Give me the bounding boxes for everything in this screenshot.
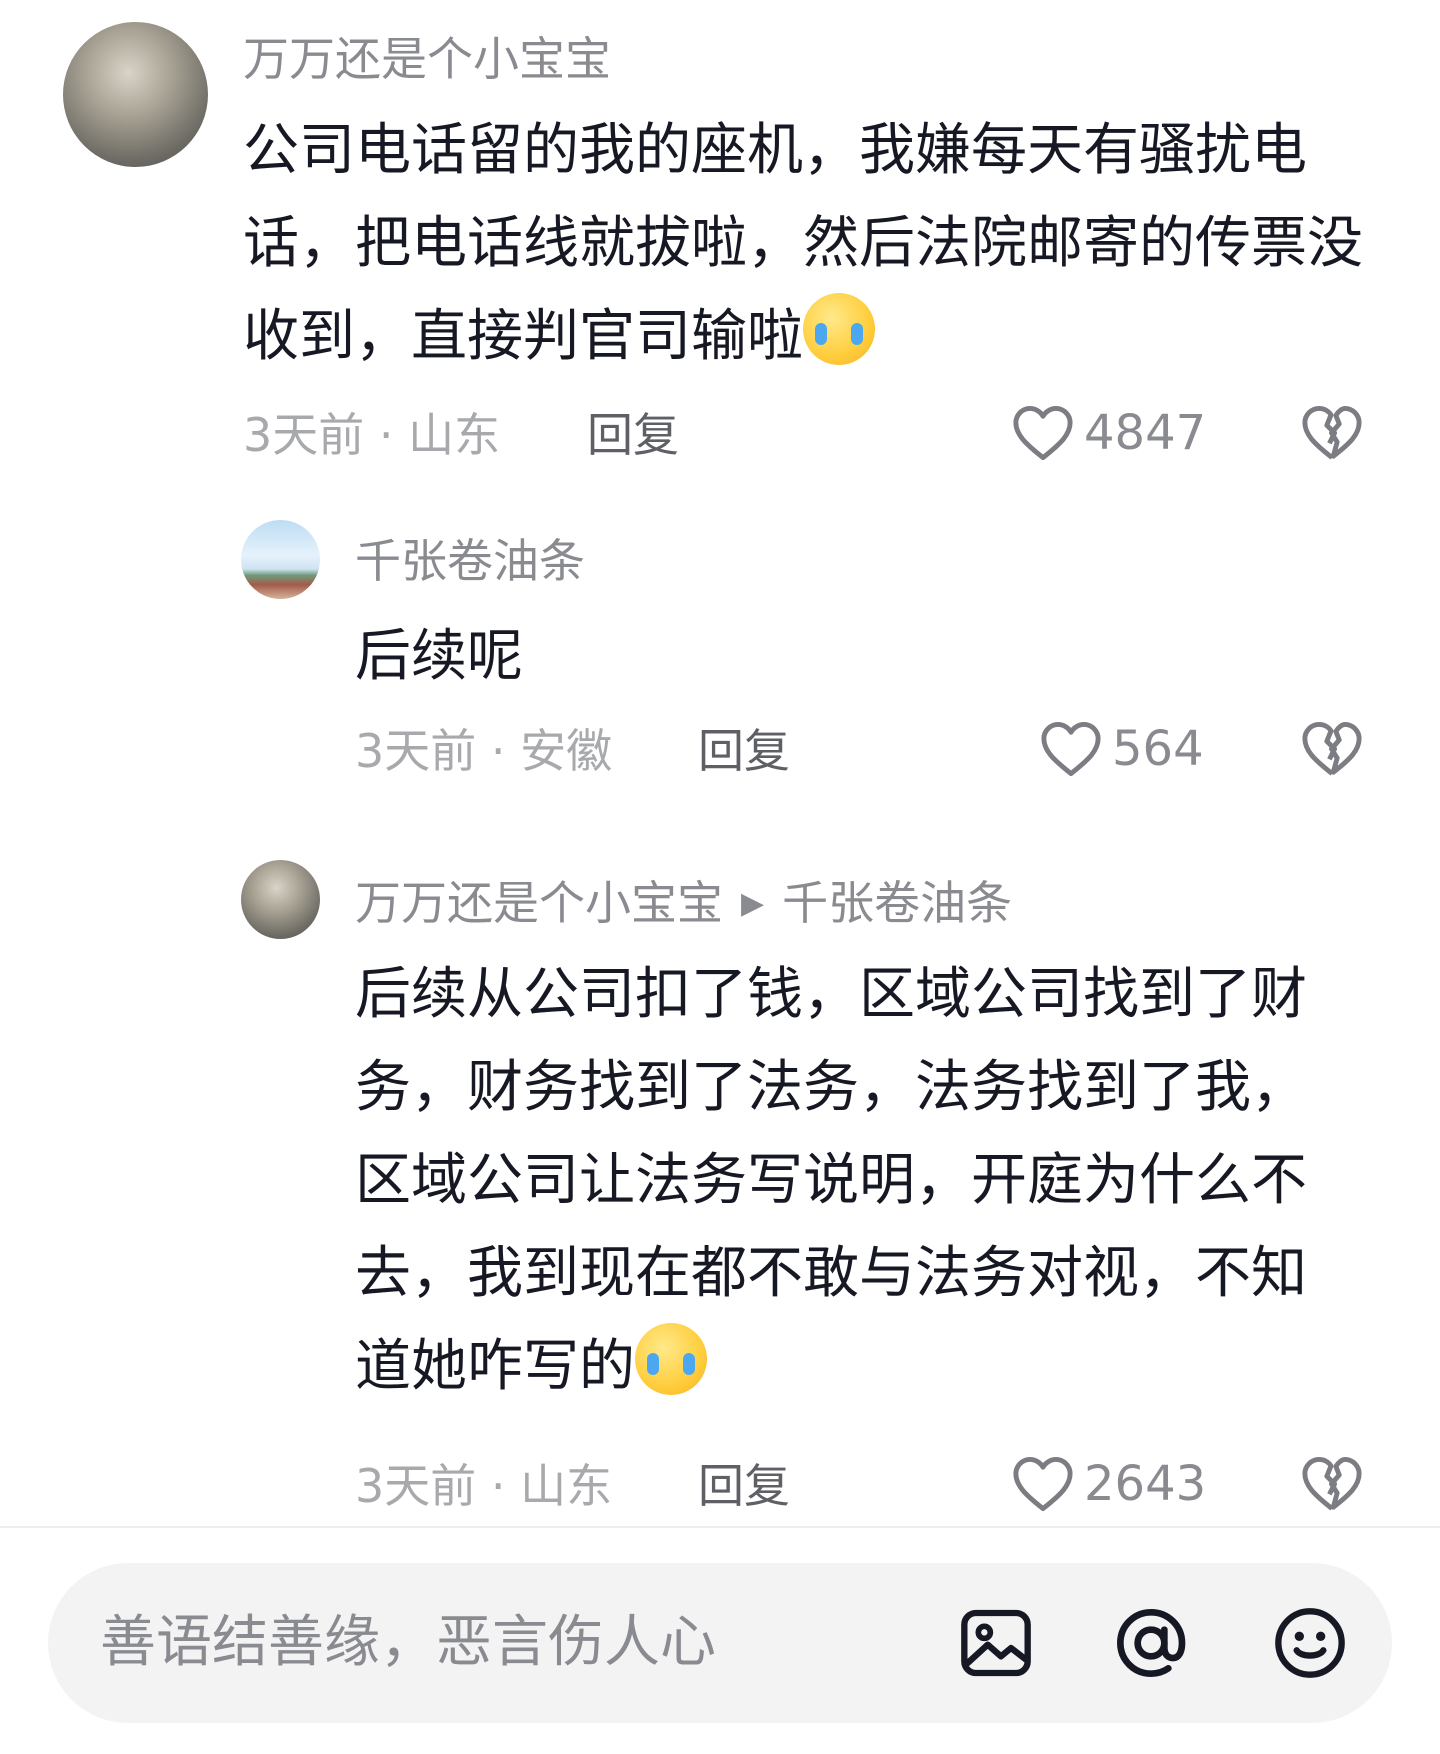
broken-heart-icon xyxy=(1302,722,1362,776)
heart-outline-icon xyxy=(1013,406,1073,460)
avatar[interactable] xyxy=(63,22,208,167)
reply-arrow-icon: ▶ xyxy=(741,886,765,921)
comment-text-body: 后续呢 xyxy=(355,624,523,689)
at-icon xyxy=(1116,1608,1186,1678)
avatar[interactable] xyxy=(241,520,320,599)
like-button[interactable]: 4847 xyxy=(1012,404,1206,462)
reply-button[interactable]: 回复 xyxy=(698,1463,790,1509)
comment-text-body: 后续从公司扣了钱，区域公司找到了财务，财务找到了法务，法务找到了我，区域公司让法… xyxy=(355,962,1307,1399)
comment-input-placeholder[interactable]: 善语结善缘，恶言伤人心 xyxy=(100,1615,716,1671)
heart-outline-icon xyxy=(1013,1457,1073,1511)
dislike-button[interactable] xyxy=(1301,720,1363,782)
avatar[interactable] xyxy=(241,860,320,939)
comment-text: 公司电话留的我的座机，我嫌每天有骚扰电话，把电话线就拔啦，然后法院邮寄的传票没收… xyxy=(243,104,1363,383)
like-count: 2643 xyxy=(1084,1456,1207,1512)
comment-username[interactable]: 千张卷油条 xyxy=(355,538,585,584)
like-button[interactable]: 564 xyxy=(1040,720,1204,778)
divider xyxy=(0,1526,1440,1528)
emoji-button[interactable] xyxy=(1270,1603,1350,1683)
heart-outline-icon xyxy=(1041,722,1101,776)
image-button[interactable] xyxy=(956,1603,1036,1683)
comment-input-bar[interactable]: 善语结善缘，恶言伤人心 xyxy=(48,1563,1392,1723)
like-count: 4847 xyxy=(1084,405,1207,461)
broken-heart-icon xyxy=(1302,406,1362,460)
smiley-icon xyxy=(1275,1608,1345,1678)
mention-button[interactable] xyxy=(1111,1603,1191,1683)
reply-author[interactable]: 万万还是个小宝宝 xyxy=(355,876,723,930)
comment-time-location: 3天前 · 山东 xyxy=(243,408,501,462)
comment-username[interactable]: 万万还是个小宝宝 xyxy=(243,36,611,82)
laughing-tears-emoji-icon xyxy=(803,293,875,365)
comment-text: 后续呢 xyxy=(355,610,1355,703)
reply-button[interactable]: 回复 xyxy=(587,412,679,458)
image-icon xyxy=(961,1609,1031,1677)
comment-item: 万万还是个小宝宝 公司电话留的我的座机，我嫌每天有骚扰电话，把电话线就拔啦，然后… xyxy=(0,0,1440,460)
comment-text: 后续从公司扣了钱，区域公司找到了财务，财务找到了法务，法务找到了我，区域公司让法… xyxy=(355,948,1360,1413)
dislike-button[interactable] xyxy=(1301,1455,1363,1517)
reply-item: 万万还是个小宝宝 ▶ 千张卷油条 后续从公司扣了钱，区域公司找到了财务，财务找到了法… xyxy=(0,840,1440,1520)
like-count: 564 xyxy=(1112,721,1204,777)
dislike-button[interactable] xyxy=(1301,404,1363,466)
like-button[interactable]: 2643 xyxy=(1012,1455,1206,1513)
reply-item: 千张卷油条 后续呢 3天前 · 安徽 回复 564 xyxy=(0,500,1440,800)
comment-time-location: 3天前 · 山东 xyxy=(355,1459,613,1513)
comment-username[interactable]: 万万还是个小宝宝 ▶ 千张卷油条 xyxy=(355,880,1012,926)
comment-time-location: 3天前 · 安徽 xyxy=(355,724,613,778)
crying-emoji-icon xyxy=(635,1323,707,1395)
reply-target[interactable]: 千张卷油条 xyxy=(782,876,1012,930)
broken-heart-icon xyxy=(1302,1457,1362,1511)
reply-button[interactable]: 回复 xyxy=(698,728,790,774)
